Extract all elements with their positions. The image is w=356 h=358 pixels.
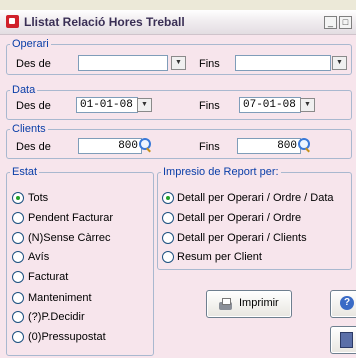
report-option-label[interactable]: Resum per Client — [177, 251, 262, 263]
report-radio-operari-ordre-data[interactable] — [162, 192, 174, 204]
help-icon: ? — [340, 296, 354, 310]
printer-icon — [219, 298, 232, 310]
exit-button[interactable] — [330, 326, 356, 354]
title-bar[interactable]: Llistat Relació Hores Treball _ □ — [0, 10, 356, 35]
print-button[interactable]: Imprimir — [206, 290, 292, 318]
report-option-label[interactable]: Detall per Operari / Ordre / Data — [177, 192, 334, 204]
estat-radio-pendent-facturar[interactable] — [12, 212, 24, 224]
estat-radio-p-decidir[interactable] — [12, 311, 24, 323]
help-button[interactable]: ? — [330, 290, 356, 318]
app-icon — [6, 15, 19, 28]
client-to-input[interactable]: 800 — [237, 138, 301, 154]
minimize-button[interactable]: _ — [324, 16, 337, 29]
clients-from-label: Des de — [16, 141, 51, 153]
date-from-input[interactable]: 01-01-08 — [76, 97, 138, 113]
operari-from-label: Des de — [16, 58, 51, 70]
report-option-label[interactable]: Detall per Operari / Clients — [177, 232, 307, 244]
dropdown-arrow-icon[interactable]: ▼ — [300, 98, 315, 112]
report-option-label[interactable]: Detall per Operari / Ordre — [177, 212, 301, 224]
window-title: Llistat Relació Hores Treball — [24, 15, 185, 29]
operari-to-label: Fins — [199, 58, 220, 70]
print-button-label: Imprimir — [239, 297, 279, 309]
estat-option-label[interactable]: Facturat — [28, 271, 68, 283]
estat-radio-avis[interactable] — [12, 251, 24, 263]
estat-option-label[interactable]: (?)P.Decidir — [28, 311, 85, 323]
estat-radio-tots[interactable] — [12, 192, 24, 204]
report-legend: Impresio de Report per: — [161, 166, 281, 178]
operari-legend: Operari — [10, 38, 51, 50]
dropdown-arrow-icon[interactable]: ▼ — [171, 56, 186, 70]
exit-door-icon — [340, 332, 353, 348]
estat-option-label[interactable]: Avís — [28, 251, 49, 263]
estat-radio-pressupostat[interactable] — [12, 331, 24, 343]
magnifier-icon[interactable] — [139, 138, 151, 150]
report-window: Llistat Relació Hores Treball _ □ Operar… — [0, 0, 356, 358]
estat-radio-sense-carrec[interactable] — [12, 232, 24, 244]
report-radio-operari-clients[interactable] — [162, 232, 174, 244]
data-legend: Data — [10, 84, 38, 96]
estat-option-label[interactable]: Pendent Facturar — [28, 212, 113, 224]
magnifier-icon[interactable] — [298, 138, 310, 150]
estat-option-label[interactable]: Tots — [28, 192, 48, 204]
clients-legend: Clients — [10, 123, 48, 135]
estat-option-label[interactable]: (0)Pressupostat — [28, 331, 106, 343]
date-to-input[interactable]: 07-01-08 — [239, 97, 301, 113]
client-from-input[interactable]: 800 — [78, 138, 142, 154]
operari-from-input[interactable] — [78, 55, 168, 71]
clients-to-label: Fins — [199, 141, 220, 153]
data-from-label: Des de — [16, 100, 51, 112]
dropdown-arrow-icon[interactable]: ▼ — [137, 98, 152, 112]
estat-radio-facturat[interactable] — [12, 271, 24, 283]
report-radio-operari-ordre[interactable] — [162, 212, 174, 224]
estat-option-label[interactable]: Manteniment — [28, 292, 92, 304]
dropdown-arrow-icon[interactable]: ▼ — [332, 56, 347, 70]
estat-option-label[interactable]: (N)Sense Càrrec — [28, 232, 111, 244]
estat-radio-manteniment[interactable] — [12, 292, 24, 304]
estat-legend: Estat — [10, 166, 40, 178]
operari-to-input[interactable] — [235, 55, 331, 71]
report-radio-resum-client[interactable] — [162, 251, 174, 263]
desktop-strip — [0, 0, 356, 10]
maximize-button[interactable]: □ — [339, 16, 352, 29]
data-to-label: Fins — [199, 100, 220, 112]
